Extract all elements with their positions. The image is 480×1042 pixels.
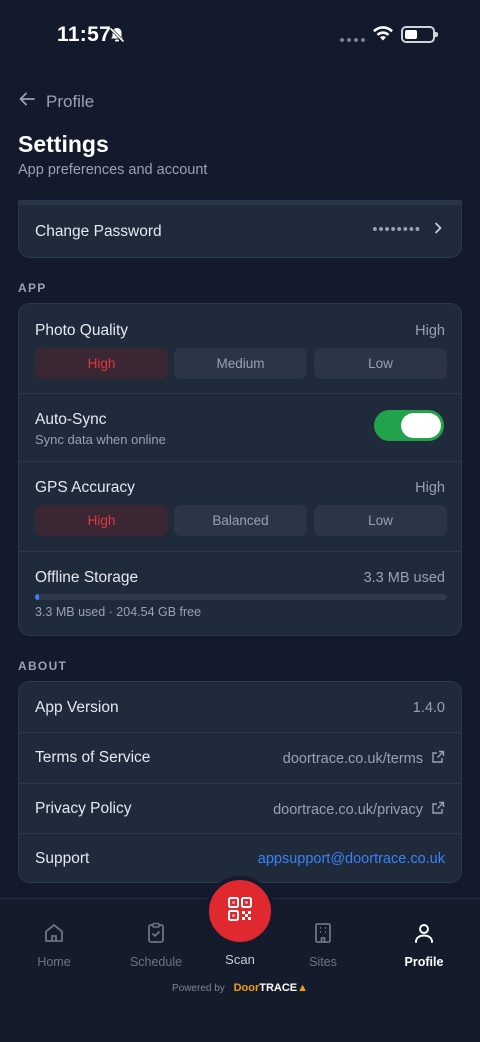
offline-storage-detail: 3.3 MB used · 204.54 GB free: [35, 605, 202, 619]
password-mask: ••••••••: [372, 222, 421, 238]
app-settings-card: Photo Quality High High Medium Low Auto-…: [18, 303, 462, 636]
nav-profile[interactable]: Profile: [384, 921, 464, 969]
signal-icon: [340, 38, 365, 42]
brand-logo: DoorTRACE▲: [234, 982, 308, 994]
back-label: Profile: [46, 91, 95, 111]
toggle-knob: [401, 413, 441, 438]
gps-accuracy-option-high[interactable]: High: [35, 505, 168, 536]
terms-row[interactable]: Terms of Service doortrace.co.uk/terms: [19, 733, 461, 783]
storage-progress-bar: [35, 594, 447, 600]
brand-trace: TRACE: [259, 982, 298, 994]
status-bar: 11:57: [0, 0, 480, 70]
nav-sites[interactable]: Sites: [283, 921, 363, 969]
about-card: App Version 1.4.0 Terms of Service doort…: [18, 681, 462, 883]
nav-home-label: Home: [37, 955, 71, 969]
terms-label: Terms of Service: [35, 749, 151, 766]
back-button[interactable]: Profile: [18, 90, 94, 113]
gps-accuracy-label: GPS Accuracy: [35, 479, 135, 496]
divider: [19, 551, 461, 552]
user-icon: [412, 924, 436, 949]
bell-off-icon: [108, 26, 126, 49]
section-header-about: ABOUT: [18, 659, 68, 673]
powered-by-text: Powered by: [171, 983, 225, 994]
nav-schedule-label: Schedule: [129, 955, 183, 969]
divider: [19, 393, 461, 394]
photo-quality-option-low[interactable]: Low: [314, 348, 447, 379]
qr-code-icon: [227, 896, 253, 927]
arrow-left-icon: [18, 90, 36, 113]
photo-quality-value: High: [415, 323, 445, 339]
status-time: 11:57: [57, 23, 112, 46]
page-subtitle: App preferences and account: [18, 162, 208, 178]
auto-sync-label: Auto-Sync: [35, 411, 107, 428]
flame-icon: ▲: [297, 982, 309, 994]
terms-url: doortrace.co.uk/terms: [282, 751, 423, 767]
support-email-link[interactable]: appsupport@doortrace.co.uk: [258, 851, 445, 867]
brand-door: Door: [233, 982, 260, 994]
powered-by-footer: Powered by DoorTRACE▲: [0, 982, 480, 994]
battery-icon: [401, 26, 438, 43]
privacy-row[interactable]: Privacy Policy doortrace.co.uk/privacy: [19, 784, 461, 834]
nav-sites-label: Sites: [309, 955, 337, 969]
nav-schedule[interactable]: Schedule: [116, 921, 196, 969]
home-icon: [42, 924, 66, 949]
privacy-url: doortrace.co.uk/privacy: [273, 802, 423, 818]
external-link-icon: [431, 750, 445, 768]
page-title: Settings: [18, 131, 109, 157]
wifi-icon: [371, 24, 395, 47]
change-password-row[interactable]: Change Password ••••••••: [19, 205, 461, 257]
offline-storage-label: Offline Storage: [35, 569, 139, 586]
app-version-label: App Version: [35, 699, 119, 716]
scan-button[interactable]: [205, 876, 275, 946]
external-link-icon: [431, 801, 445, 819]
photo-quality-option-high[interactable]: High: [35, 348, 168, 379]
change-password-label: Change Password: [35, 223, 162, 240]
privacy-label: Privacy Policy: [35, 800, 132, 817]
terms-link[interactable]: doortrace.co.uk/terms: [283, 750, 445, 768]
support-label: Support: [35, 850, 90, 867]
gps-accuracy-value: High: [415, 480, 445, 496]
photo-quality-option-medium[interactable]: Medium: [174, 348, 307, 379]
auto-sync-sublabel: Sync data when online: [35, 432, 166, 447]
auto-sync-toggle[interactable]: [374, 410, 444, 441]
privacy-link[interactable]: doortrace.co.uk/privacy: [273, 801, 445, 819]
nav-home[interactable]: Home: [14, 921, 94, 969]
app-version-value: 1.4.0: [412, 700, 445, 716]
gps-accuracy-option-low[interactable]: Low: [314, 505, 447, 536]
password-mask-group: ••••••••: [372, 221, 443, 239]
building-icon: [311, 923, 335, 949]
photo-quality-label: Photo Quality: [35, 322, 129, 339]
gps-accuracy-option-balanced[interactable]: Balanced: [174, 505, 307, 536]
chevron-right-icon: [433, 221, 443, 239]
offline-storage-value: 3.3 MB used: [363, 570, 445, 586]
nav-scan-label: Scan: [225, 952, 255, 967]
account-card: Change Password ••••••••: [18, 200, 462, 258]
app-version-row: App Version 1.4.0: [19, 682, 461, 732]
storage-progress-fill: [35, 594, 40, 600]
section-header-app: APP: [18, 281, 47, 295]
nav-profile-label: Profile: [404, 955, 444, 969]
clipboard-check-icon: [144, 922, 168, 949]
divider: [19, 461, 461, 462]
